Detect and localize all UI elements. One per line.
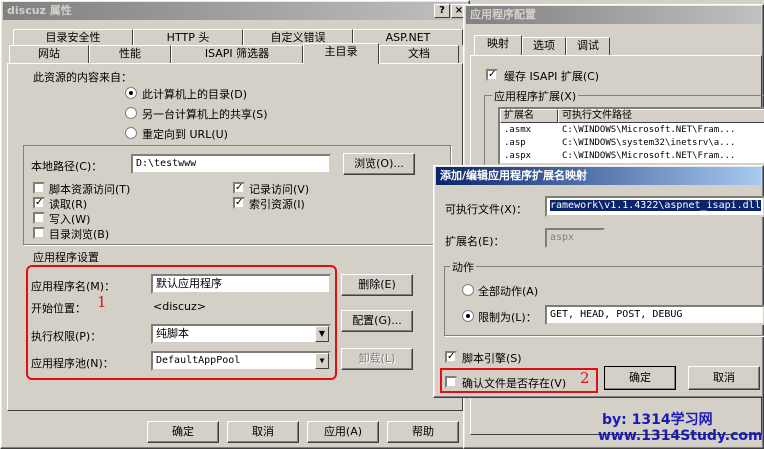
radio-limit-to-label[interactable]: 限制为(L)： (478, 309, 537, 325)
checkbox-directory-browsing-label[interactable]: 目录浏览(B) (49, 226, 109, 242)
browse-button[interactable]: 浏览(O)... (343, 153, 415, 175)
app-settings-label: 应用程序设置 (33, 251, 99, 264)
checkbox-index-resource-label[interactable]: 索引资源(I) (249, 196, 305, 212)
apply-button[interactable]: 应用(A) (307, 421, 379, 443)
extension-label: 扩展名(E)： (445, 235, 505, 248)
highlight-box-app-settings (26, 265, 337, 380)
help-button[interactable]: 帮助 (387, 421, 459, 443)
tab-home-directory[interactable]: 主目录 (303, 43, 379, 64)
checkbox-write-label[interactable]: 写入(W) (49, 211, 90, 227)
checkbox-directory-browsing[interactable] (33, 227, 45, 239)
radio-all-verbs[interactable] (462, 284, 474, 296)
radio-limit-to[interactable] (462, 310, 474, 322)
properties-title: discuz 属性 (7, 4, 72, 17)
verbs-group (444, 266, 764, 336)
highlight-box-verify-file (440, 368, 598, 393)
list-item-path[interactable]: C:\WINDOWS\Microsoft.NET\Fram... (562, 150, 735, 163)
executable-value: ramework\v1.1.4322\aspnet_isapi.dll (550, 200, 761, 211)
marker-1: 1 (97, 293, 107, 311)
tab-website[interactable]: 网站 (9, 45, 89, 63)
radio-local-directory-label[interactable]: 此计算机上的目录(D) (142, 86, 247, 102)
edit-mapping-titlebar: 添加/编辑应用程序扩展名映射 (436, 167, 761, 185)
local-path-input[interactable]: D:\testwww (131, 154, 331, 174)
executable-label: 可执行文件(X)： (445, 203, 528, 216)
checkbox-log-visits[interactable]: ✓ (233, 182, 245, 194)
list-item-path[interactable]: C:\WINDOWS\Microsoft.NET\Fram... (562, 124, 735, 137)
edit-mapping-title: 添加/编辑应用程序扩展名映射 (440, 169, 588, 182)
tab-directory-security[interactable]: 目录安全性 (13, 29, 133, 45)
list-item-ext[interactable]: .asp (504, 137, 526, 150)
unload-button[interactable]: 卸载(L) (341, 348, 413, 370)
executable-input[interactable]: ramework\v1.1.4322\aspnet_isapi.dll (545, 196, 764, 217)
tab-options[interactable]: 选项 (522, 37, 566, 55)
radio-all-verbs-label[interactable]: 全部动作(A) (478, 283, 538, 299)
content-source-label: 此资源的内容来自： (33, 71, 132, 84)
checkbox-cache-isapi[interactable]: ✓ (486, 69, 498, 81)
radio-redirect-url-label[interactable]: 重定向到 URL(U) (142, 126, 228, 142)
local-path-label: 本地路径(C)： (31, 160, 103, 173)
mapping-cancel-button[interactable]: 取消 (688, 366, 760, 390)
watermark-line2: www.1314Study.com (598, 428, 763, 444)
tab-performance[interactable]: 性能 (89, 45, 171, 63)
tab-http-headers[interactable]: HTTP 头 (133, 29, 243, 45)
checkbox-script-engine-label[interactable]: 脚本引擎(S) (462, 350, 522, 366)
app-config-titlebar: 应用程序配置 (466, 6, 761, 24)
checkbox-script-engine[interactable]: ✓ (445, 351, 457, 363)
delete-button[interactable]: 删除(E) (341, 274, 413, 296)
configure-button[interactable]: 配置(G)... (341, 310, 413, 332)
radio-redirect-url[interactable] (125, 127, 137, 139)
radio-network-share[interactable] (125, 107, 137, 119)
limit-verbs-input[interactable]: GET, HEAD, POST, DEBUG (545, 305, 764, 325)
checkbox-read-label[interactable]: 读取(R) (49, 196, 87, 212)
marker-2: 2 (580, 369, 590, 387)
app-config-title: 应用程序配置 (470, 8, 536, 21)
mapping-ok-button[interactable]: 确定 (604, 366, 676, 390)
extension-input: aspx (545, 228, 605, 248)
checkbox-index-resource[interactable]: ✓ (233, 197, 245, 209)
edit-mapping-dialog: 添加/编辑应用程序扩展名映射 可执行文件(X)： ramework\v1.1.4… (433, 165, 764, 398)
column-header-path[interactable]: 可执行文件路径 (558, 109, 764, 123)
properties-dialog: discuz 属性 ? × 目录安全性 HTTP 头 自定义错误 ASP.NET… (0, 0, 470, 449)
ok-button[interactable]: 确定 (147, 421, 219, 443)
watermark-line1: by: 1314学习网 (602, 412, 713, 428)
tab-debugging[interactable]: 调试 (566, 37, 610, 55)
verbs-label: 动作 (450, 259, 476, 275)
list-item-ext[interactable]: .aspx (504, 150, 531, 163)
cancel-button[interactable]: 取消 (227, 421, 299, 443)
checkbox-read[interactable]: ✓ (33, 197, 45, 209)
tab-isapi-filters[interactable]: ISAPI 筛选器 (171, 45, 303, 63)
checkbox-write[interactable] (33, 212, 45, 224)
app-extensions-label: 应用程序扩展(X) (492, 88, 579, 104)
column-header-extension[interactable]: 扩展名 (500, 109, 558, 123)
checkbox-log-visits-label[interactable]: 记录访问(V) (249, 181, 309, 197)
tab-mappings[interactable]: 映射 (474, 35, 522, 55)
checkbox-script-access[interactable] (33, 182, 45, 194)
extensions-list[interactable]: 扩展名 可执行文件路径 .asmx C:\WINDOWS\Microsoft.N… (498, 107, 764, 165)
checkbox-script-access-label[interactable]: 脚本资源访问(T) (49, 181, 130, 197)
help-icon[interactable]: ? (434, 4, 450, 18)
properties-titlebar: discuz 属性 (3, 2, 467, 20)
list-item-path[interactable]: C:\WINDOWS\system32\inetsrv\a... (562, 137, 735, 150)
radio-network-share-label[interactable]: 另一台计算机上的共享(S) (142, 106, 268, 122)
checkbox-cache-isapi-label[interactable]: 缓存 ISAPI 扩展(C) (504, 68, 599, 84)
radio-local-directory[interactable] (125, 87, 137, 99)
list-item-ext[interactable]: .asmx (504, 124, 531, 137)
tab-documents[interactable]: 文档 (379, 45, 459, 63)
